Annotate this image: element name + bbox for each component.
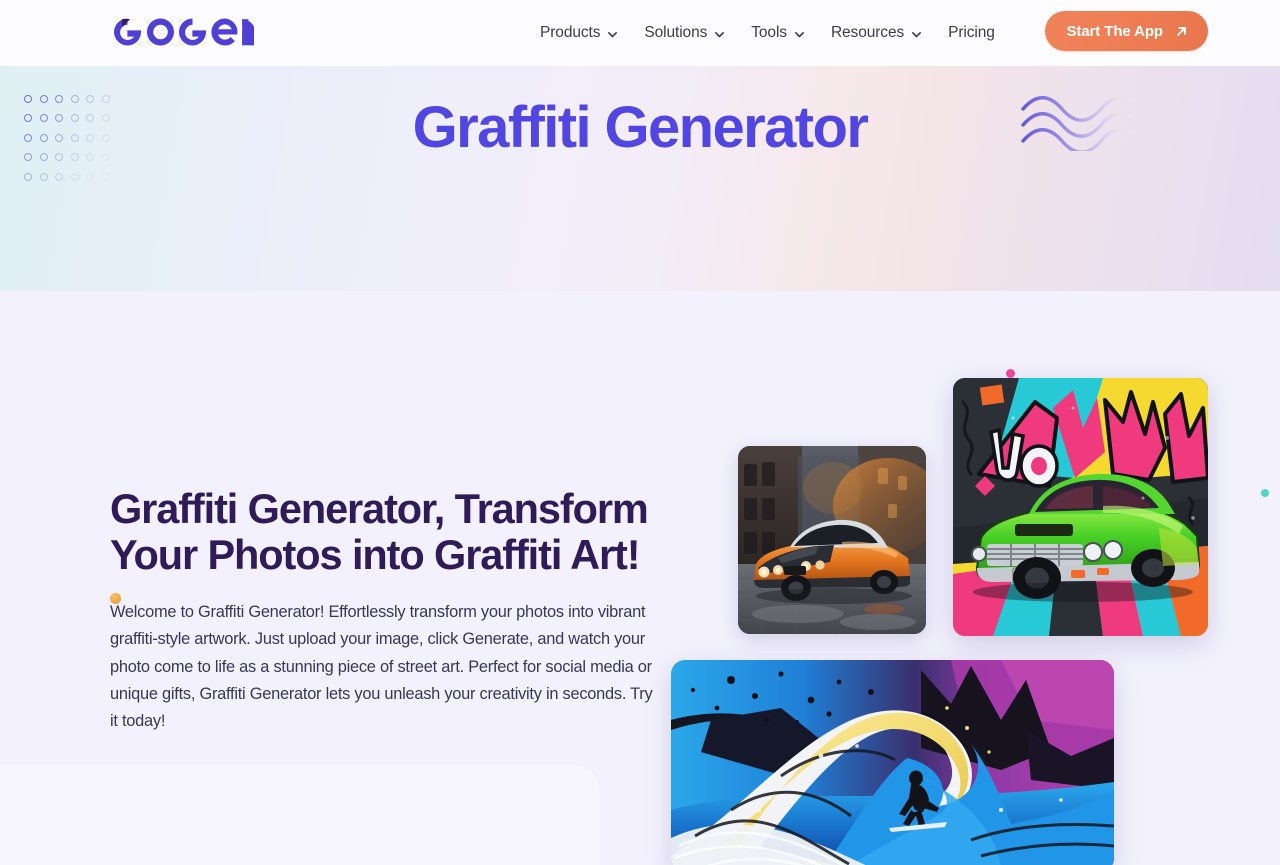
nav-item-resources[interactable]: Resources xyxy=(818,24,935,42)
chevron-down-icon xyxy=(911,29,922,40)
accent-dot-teal xyxy=(1261,489,1269,497)
gogen-logo[interactable] xyxy=(108,9,254,55)
hero-copy-block: Graffiti Generator, Transform Your Photo… xyxy=(110,486,656,735)
nav-item-tools[interactable]: Tools xyxy=(738,24,818,42)
graffiti-wave-mural[interactable] xyxy=(671,660,1114,865)
nav-item-label: Solutions xyxy=(644,24,708,41)
top-navigation-bar: Products Solutions Tools Resources Prici xyxy=(0,0,1280,66)
nav-item-label: Pricing xyxy=(948,24,995,41)
nav-item-pricing[interactable]: Pricing xyxy=(935,24,1008,42)
main-nav-links: Products Solutions Tools Resources Prici xyxy=(540,0,1008,66)
page-title: Graffiti Generator, Transform Your Photo… xyxy=(110,485,649,578)
nav-item-label: Resources xyxy=(830,24,905,41)
orange-dot-marker xyxy=(110,593,121,604)
graffiti-car-artwork[interactable] xyxy=(953,378,1208,636)
decorative-panel xyxy=(0,765,600,865)
original-car-photo[interactable] xyxy=(738,446,926,634)
hero-description: Welcome to Graffiti Generator! Effortles… xyxy=(110,603,653,731)
chevron-down-icon xyxy=(607,29,618,40)
main-content-area: Graffiti Generator, Transform Your Photo… xyxy=(0,291,1280,865)
chevron-down-icon xyxy=(794,29,805,40)
nav-item-label: Tools xyxy=(751,24,787,41)
arrow-up-right-icon xyxy=(1175,25,1188,38)
nav-item-label: Products xyxy=(540,24,601,41)
nav-item-products[interactable]: Products xyxy=(540,24,631,42)
start-the-app-button[interactable]: Start The App xyxy=(1044,11,1208,51)
nav-item-solutions[interactable]: Solutions xyxy=(631,24,738,42)
page-hero-banner: Graffiti Generator xyxy=(0,66,1280,291)
wave-lines-decoration xyxy=(1020,95,1140,154)
cta-label: Start The App xyxy=(1066,22,1164,40)
chevron-down-icon xyxy=(714,29,725,40)
accent-dot-pink xyxy=(1006,369,1015,378)
gogen-wordmark-logo xyxy=(114,18,254,46)
